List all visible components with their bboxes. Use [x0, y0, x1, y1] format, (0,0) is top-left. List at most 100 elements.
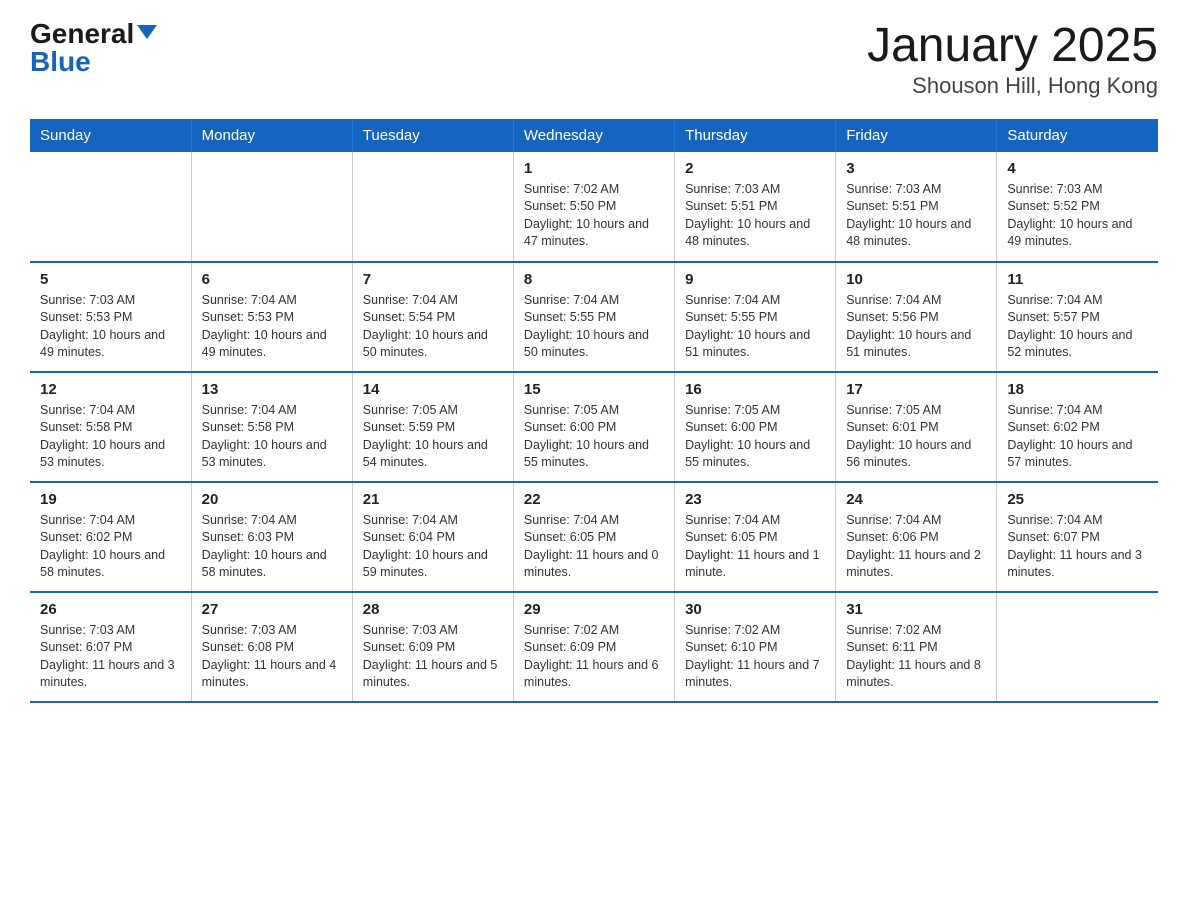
- logo-general-text: General: [30, 20, 134, 48]
- day-info: Sunrise: 7:04 AMSunset: 6:07 PMDaylight:…: [1007, 512, 1148, 582]
- calendar-cell: 24Sunrise: 7:04 AMSunset: 6:06 PMDayligh…: [836, 482, 997, 592]
- day-number: 8: [524, 271, 664, 288]
- day-number: 27: [202, 601, 342, 618]
- day-number: 14: [363, 381, 503, 398]
- day-number: 31: [846, 601, 986, 618]
- header-sunday: Sunday: [30, 119, 191, 152]
- day-number: 24: [846, 491, 986, 508]
- calendar-cell: 19Sunrise: 7:04 AMSunset: 6:02 PMDayligh…: [30, 482, 191, 592]
- page-header: General Blue January 2025 Shouson Hill, …: [30, 20, 1158, 99]
- day-info: Sunrise: 7:03 AMSunset: 6:07 PMDaylight:…: [40, 622, 181, 692]
- calendar-cell: 16Sunrise: 7:05 AMSunset: 6:00 PMDayligh…: [675, 372, 836, 482]
- day-info: Sunrise: 7:04 AMSunset: 5:55 PMDaylight:…: [524, 292, 664, 362]
- day-number: 2: [685, 160, 825, 177]
- day-info: Sunrise: 7:05 AMSunset: 5:59 PMDaylight:…: [363, 402, 503, 472]
- calendar-cell: 26 Sunrise: 7:03 AMSunset: 6:07 PMDayligh…: [30, 592, 191, 702]
- calendar-cell: 10 Sunrise: 7:04 AMSunset: 5:56 PMDayligh…: [836, 262, 997, 372]
- day-number: 21: [363, 491, 503, 508]
- week-row-2: 5 Sunrise: 7:03 AMSunset: 5:53 PMDaylight…: [30, 262, 1158, 372]
- calendar-cell: 5 Sunrise: 7:03 AMSunset: 5:53 PMDaylight…: [30, 262, 191, 372]
- logo-blue-text: Blue: [30, 46, 91, 77]
- calendar-cell: [997, 592, 1158, 702]
- day-info: Sunrise: 7:03 AMSunset: 5:53 PMDaylight:…: [40, 292, 181, 362]
- calendar-cell: 4Sunrise: 7:03 AMSunset: 5:52 PMDaylight…: [997, 152, 1158, 262]
- calendar-cell: 3Sunrise: 7:03 AMSunset: 5:51 PMDaylight…: [836, 152, 997, 262]
- day-info: Sunrise: 7:02 AMSunset: 6:11 PMDaylight:…: [846, 622, 986, 692]
- day-info: Sunrise: 7:02 AMSunset: 6:10 PMDaylight:…: [685, 622, 825, 692]
- day-info: Sunrise: 7:04 AMSunset: 5:57 PMDaylight:…: [1007, 292, 1148, 362]
- day-info: Sunrise: 7:04 AMSunset: 5:53 PMDaylight:…: [202, 292, 342, 362]
- header-friday: Friday: [836, 119, 997, 152]
- day-info: Sunrise: 7:04 AMSunset: 6:04 PMDaylight:…: [363, 512, 503, 582]
- header-thursday: Thursday: [675, 119, 836, 152]
- calendar-cell: 31 Sunrise: 7:02 AMSunset: 6:11 PMDayligh…: [836, 592, 997, 702]
- day-number: 20: [202, 491, 342, 508]
- calendar-cell: 15Sunrise: 7:05 AMSunset: 6:00 PMDayligh…: [513, 372, 674, 482]
- day-info: Sunrise: 7:03 AMSunset: 6:09 PMDaylight:…: [363, 622, 503, 692]
- calendar-cell: 11 Sunrise: 7:04 AMSunset: 5:57 PMDayligh…: [997, 262, 1158, 372]
- day-info: Sunrise: 7:04 AMSunset: 5:55 PMDaylight:…: [685, 292, 825, 362]
- calendar-cell: 9 Sunrise: 7:04 AMSunset: 5:55 PMDaylight…: [675, 262, 836, 372]
- day-number: 10: [846, 271, 986, 288]
- calendar-cell: 25 Sunrise: 7:04 AMSunset: 6:07 PMDayligh…: [997, 482, 1158, 592]
- day-number: 19: [40, 491, 181, 508]
- week-row-3: 12 Sunrise: 7:04 AMSunset: 5:58 PMDayligh…: [30, 372, 1158, 482]
- day-info: Sunrise: 7:02 AMSunset: 6:09 PMDaylight:…: [524, 622, 664, 692]
- day-info: Sunrise: 7:03 AMSunset: 6:08 PMDaylight:…: [202, 622, 342, 692]
- calendar-cell: [30, 152, 191, 262]
- day-info: Sunrise: 7:04 AMSunset: 5:58 PMDaylight:…: [202, 402, 342, 472]
- header-saturday: Saturday: [997, 119, 1158, 152]
- day-number: 25: [1007, 491, 1148, 508]
- calendar-cell: 21 Sunrise: 7:04 AMSunset: 6:04 PMDayligh…: [352, 482, 513, 592]
- day-number: 4: [1007, 160, 1148, 177]
- day-number: 12: [40, 381, 181, 398]
- day-number: 5: [40, 271, 181, 288]
- day-info: Sunrise: 7:04 AMSunset: 5:56 PMDaylight:…: [846, 292, 986, 362]
- calendar-cell: [191, 152, 352, 262]
- calendar-cell: 30Sunrise: 7:02 AMSunset: 6:10 PMDayligh…: [675, 592, 836, 702]
- calendar-cell: 18Sunrise: 7:04 AMSunset: 6:02 PMDayligh…: [997, 372, 1158, 482]
- day-number: 7: [363, 271, 503, 288]
- day-number: 9: [685, 271, 825, 288]
- calendar-cell: 23Sunrise: 7:04 AMSunset: 6:05 PMDayligh…: [675, 482, 836, 592]
- calendar-header-row: SundayMondayTuesdayWednesdayThursdayFrid…: [30, 119, 1158, 152]
- day-info: Sunrise: 7:04 AMSunset: 5:54 PMDaylight:…: [363, 292, 503, 362]
- day-number: 26: [40, 601, 181, 618]
- logo-triangle-icon: [137, 25, 157, 39]
- week-row-1: 1Sunrise: 7:02 AMSunset: 5:50 PMDaylight…: [30, 152, 1158, 262]
- calendar-cell: 2Sunrise: 7:03 AMSunset: 5:51 PMDaylight…: [675, 152, 836, 262]
- calendar-cell: 1Sunrise: 7:02 AMSunset: 5:50 PMDaylight…: [513, 152, 674, 262]
- calendar-cell: 8 Sunrise: 7:04 AMSunset: 5:55 PMDaylight…: [513, 262, 674, 372]
- calendar-cell: 28 Sunrise: 7:03 AMSunset: 6:09 PMDayligh…: [352, 592, 513, 702]
- day-info: Sunrise: 7:05 AMSunset: 6:00 PMDaylight:…: [685, 402, 825, 472]
- calendar-cell: 6 Sunrise: 7:04 AMSunset: 5:53 PMDaylight…: [191, 262, 352, 372]
- header-wednesday: Wednesday: [513, 119, 674, 152]
- day-info: Sunrise: 7:05 AMSunset: 6:00 PMDaylight:…: [524, 402, 664, 472]
- header-tuesday: Tuesday: [352, 119, 513, 152]
- calendar-cell: 12Sunrise: 7:04 AMSunset: 5:58 PMDayligh…: [30, 372, 191, 482]
- title-block: January 2025 Shouson Hill, Hong Kong: [867, 20, 1158, 99]
- day-info: Sunrise: 7:04 AMSunset: 6:03 PMDaylight:…: [202, 512, 342, 582]
- day-info: Sunrise: 7:03 AMSunset: 5:51 PMDaylight:…: [846, 181, 986, 251]
- calendar-cell: 27 Sunrise: 7:03 AMSunset: 6:08 PMDayligh…: [191, 592, 352, 702]
- calendar-title: January 2025: [867, 20, 1158, 73]
- calendar-cell: 17 Sunrise: 7:05 AMSunset: 6:01 PMDayligh…: [836, 372, 997, 482]
- day-number: 17: [846, 381, 986, 398]
- week-row-4: 19Sunrise: 7:04 AMSunset: 6:02 PMDayligh…: [30, 482, 1158, 592]
- day-number: 29: [524, 601, 664, 618]
- day-number: 6: [202, 271, 342, 288]
- calendar-cell: 13Sunrise: 7:04 AMSunset: 5:58 PMDayligh…: [191, 372, 352, 482]
- calendar-cell: 7 Sunrise: 7:04 AMSunset: 5:54 PMDaylight…: [352, 262, 513, 372]
- day-info: Sunrise: 7:04 AMSunset: 6:02 PMDaylight:…: [1007, 402, 1148, 472]
- calendar-cell: [352, 152, 513, 262]
- day-info: Sunrise: 7:05 AMSunset: 6:01 PMDaylight:…: [846, 402, 986, 472]
- calendar-table: SundayMondayTuesdayWednesdayThursdayFrid…: [30, 119, 1158, 703]
- day-info: Sunrise: 7:02 AMSunset: 5:50 PMDaylight:…: [524, 181, 664, 251]
- calendar-cell: 20 Sunrise: 7:04 AMSunset: 6:03 PMDayligh…: [191, 482, 352, 592]
- day-number: 11: [1007, 271, 1148, 288]
- header-monday: Monday: [191, 119, 352, 152]
- calendar-subtitle: Shouson Hill, Hong Kong: [867, 73, 1158, 99]
- calendar-cell: 29 Sunrise: 7:02 AMSunset: 6:09 PMDayligh…: [513, 592, 674, 702]
- week-row-5: 26 Sunrise: 7:03 AMSunset: 6:07 PMDayligh…: [30, 592, 1158, 702]
- day-number: 28: [363, 601, 503, 618]
